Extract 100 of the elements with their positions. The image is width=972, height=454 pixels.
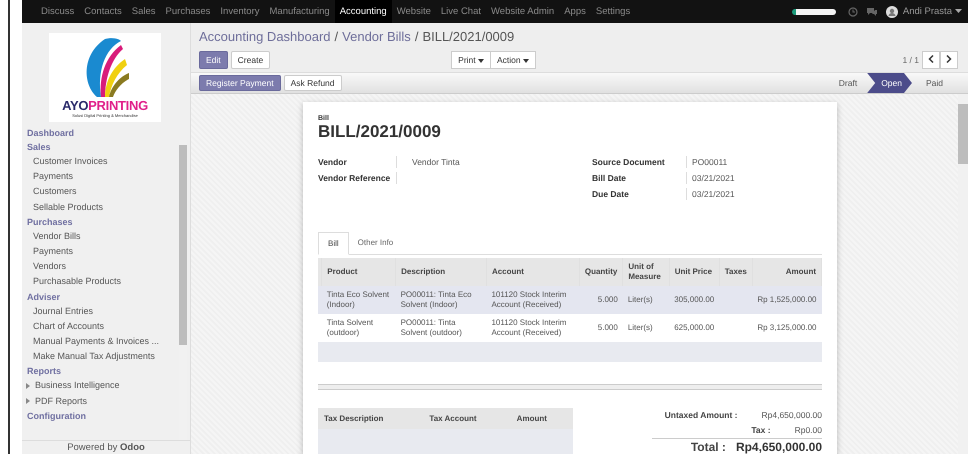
previous-button[interactable] — [922, 51, 940, 69]
column-header[interactable]: Amount — [752, 258, 822, 286]
bill-number-title: BILL/2021/0009 — [318, 122, 442, 141]
total-label: Tax : — [751, 424, 771, 437]
total-value: Rp4,650,000.00 — [762, 409, 822, 422]
app-menu-item[interactable]: Accounting — [334, 0, 392, 23]
caret-icon — [955, 9, 962, 14]
menu-item[interactable]: Vendor Bills — [22, 228, 179, 244]
menu-item[interactable]: Customer Invoices — [22, 154, 179, 170]
status-stage[interactable]: Open — [867, 73, 912, 93]
notebook-tab[interactable]: Other Info — [348, 232, 402, 254]
table-cell: 305,000.00 — [674, 295, 714, 304]
column-header: Tax Description — [318, 408, 424, 429]
user-menu[interactable]: Andi Prasta — [902, 6, 952, 17]
column-header[interactable]: Unit Price — [669, 258, 720, 286]
app-menu-item[interactable]: Live Chat — [436, 0, 486, 23]
pager-counter: 1 / 1 — [902, 55, 919, 65]
table-cell: Tinta Solvent (outdoor) — [326, 318, 374, 337]
register-payment-button[interactable]: Register Payment — [199, 75, 281, 91]
create-button[interactable]: Create — [230, 51, 270, 69]
field-value: 03/21/2021 — [692, 173, 735, 183]
field-label: Bill Date — [592, 172, 628, 184]
avatar-icon — [886, 6, 898, 18]
page-title: BILL/2021/0009 — [422, 29, 514, 46]
status-stage[interactable]: Paid — [912, 73, 953, 93]
chevron-left-icon — [928, 55, 934, 63]
app-menu-item[interactable]: Apps — [559, 0, 591, 23]
menu-item[interactable]: Make Manual Tax Adjustments — [22, 349, 179, 364]
print-dropdown[interactable]: Print — [451, 51, 492, 69]
menu-section-title[interactable]: Adviser — [22, 290, 179, 304]
caret-icon — [478, 58, 484, 63]
table-cell: 101120 Stock Interim Account (Received) — [491, 318, 566, 337]
menu-section-title[interactable]: Reports — [22, 364, 179, 378]
table-cell: PO00011: Tinta Eco Solvent (Indoor) — [400, 290, 472, 309]
menu-item[interactable]: Customers — [22, 184, 179, 200]
invoice-line-row[interactable]: Tinta Solvent (outdoor) PO00011: Tinta Solvent (outdoor) 101120 Stock Interim Account (Received) 5.000 Liter(s) 625,000.00 Rp 3,125,000.00 — [318, 314, 822, 342]
action-dropdown[interactable]: Action — [490, 51, 536, 69]
menu-section-title[interactable]: Dashboard — [22, 126, 179, 140]
table-cell: Tinta Eco Solvent (Indoor) — [326, 290, 390, 309]
field-value: 03/21/2021 — [692, 189, 735, 199]
table-cell: Rp 3,125,000.00 — [757, 323, 816, 332]
app-menu-item[interactable]: Sales — [126, 0, 161, 23]
scrollbar[interactable] — [958, 94, 968, 454]
menu-item[interactable]: Vendors — [22, 259, 179, 274]
table-cell: 625,000.00 — [674, 323, 714, 332]
breadcrumb[interactable]: Accounting Dashboard — [199, 29, 331, 48]
logo-wordmark: AYOPRINTING — [62, 98, 148, 113]
ask-refund-button[interactable]: Ask Refund — [284, 75, 342, 91]
invoice-line-row[interactable]: Tinta Eco Solvent (Indoor) PO00011: Tinta Eco Solvent (Indoor) 101120 Stock Interim Account (Received) 5.000 Liter(s) 305,000.00 Rp 1,525,000.00 — [318, 286, 822, 314]
field-label: Source Document — [592, 156, 666, 168]
clock-icon[interactable] — [848, 6, 858, 16]
column-header[interactable]: Account — [486, 258, 580, 286]
table-cell: 101120 Stock Interim Account (Received) — [491, 290, 566, 309]
menu-section-title[interactable]: Purchases — [22, 214, 179, 229]
menu-item[interactable]: PDF Reports — [22, 394, 179, 409]
menu-section-title[interactable]: Sales — [22, 140, 179, 154]
chat-icon[interactable] — [866, 6, 878, 16]
breadcrumb-separator: / — [414, 29, 418, 46]
vendor-field[interactable]: Vendor Tinta — [412, 157, 460, 167]
menu-item[interactable]: Payments — [22, 169, 179, 184]
column-header: Amount — [510, 408, 573, 429]
menu-item[interactable]: Manual Payments & Invoices ... — [22, 334, 179, 350]
total-value: Rp0.00 — [794, 424, 822, 437]
column-header[interactable]: Description — [396, 258, 486, 286]
powered-by-text: Powered by Odoo — [22, 440, 190, 454]
app-menu-item[interactable]: Settings — [590, 0, 636, 23]
menu-item[interactable]: Chart of Accounts — [22, 318, 179, 334]
status-bar-icon — [792, 8, 836, 14]
table-cell: Liter(s) — [628, 295, 653, 304]
breadcrumb[interactable]: Vendor Bills — [342, 29, 411, 48]
table-cell: 5.000 — [598, 323, 618, 332]
field-value: PO00011 — [692, 157, 728, 167]
menu-section-title[interactable]: Configuration — [22, 408, 179, 423]
notebook-tab[interactable]: Bill — [318, 232, 349, 255]
menu-item[interactable]: Payments — [22, 244, 179, 260]
menu-item[interactable]: Purchasable Products — [22, 274, 179, 290]
breadcrumb-separator: / — [334, 29, 338, 46]
table-cell: Liter(s) — [628, 323, 653, 332]
column-header[interactable]: Product — [322, 258, 396, 286]
app-menu-item[interactable]: Discuss — [36, 0, 80, 23]
app-menu-item[interactable]: Website Admin — [486, 0, 560, 23]
menu-item[interactable]: Sellable Products — [22, 200, 179, 215]
menu-item[interactable]: Journal Entries — [22, 304, 179, 319]
status-stage[interactable]: Draft — [824, 73, 868, 93]
column-header[interactable]: Taxes — [719, 258, 752, 286]
app-menu-item[interactable]: Website — [392, 0, 436, 23]
app-menu-item[interactable]: Inventory — [215, 0, 264, 23]
next-button[interactable] — [940, 51, 958, 69]
menu-item[interactable]: Business Intelligence — [22, 378, 179, 394]
app-menu-item[interactable]: Manufacturing — [264, 0, 335, 23]
table-cell: Rp 1,525,000.00 — [757, 295, 816, 304]
edit-button[interactable]: Edit — [199, 51, 228, 69]
app-menu-item[interactable]: Contacts — [79, 0, 127, 23]
field-label: Vendor Reference — [318, 172, 392, 184]
app-menu-item[interactable]: Purchases — [160, 0, 216, 23]
column-header[interactable]: Unit of Measure — [622, 258, 670, 286]
field-label: Due Date — [592, 188, 630, 200]
caret-icon — [523, 58, 530, 63]
column-header[interactable]: Quantity — [579, 258, 623, 286]
table-cell: PO00011: Tinta Solvent (outdoor) — [400, 318, 462, 337]
